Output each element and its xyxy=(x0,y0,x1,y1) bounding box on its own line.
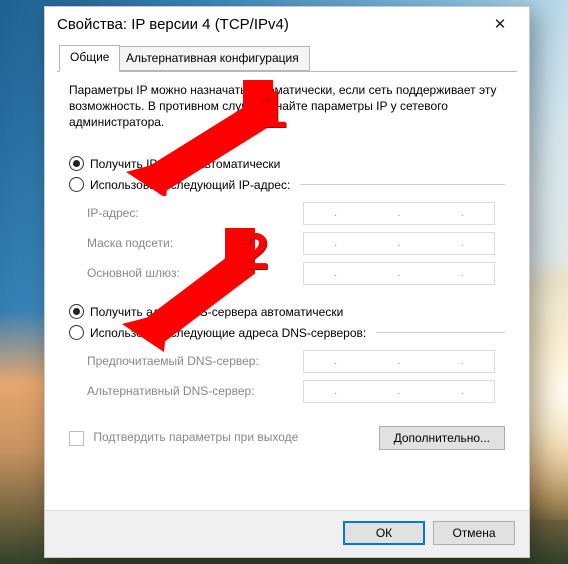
ipv4-properties-dialog: Свойства: IP версии 4 (TCP/IPv4) ✕ Общие… xyxy=(44,6,530,558)
checkbox-icon xyxy=(69,431,84,446)
label-alternate-dns: Альтернативный DNS-сервер: xyxy=(87,384,295,398)
radio-ip-manual[interactable]: Использовать следующий IP-адрес: xyxy=(69,177,505,192)
ok-button[interactable]: ОК xyxy=(343,521,425,545)
ok-button-label: ОК xyxy=(376,526,392,540)
radio-dns-manual[interactable]: Использовать следующие адреса DNS-сервер… xyxy=(69,325,505,340)
radio-icon xyxy=(69,177,84,192)
radio-icon xyxy=(69,325,84,340)
titlebar: Свойства: IP версии 4 (TCP/IPv4) ✕ xyxy=(45,7,529,41)
input-ip-address: ... xyxy=(303,202,495,225)
tab-general-label: Общие xyxy=(70,50,109,64)
validate-checkbox[interactable]: Подтвердить параметры при выходе xyxy=(69,430,298,445)
ip-fields-group: IP-адрес: ... Маска подсети: ... Основно… xyxy=(87,198,505,288)
radio-icon xyxy=(69,304,84,319)
close-button[interactable]: ✕ xyxy=(481,10,519,38)
input-preferred-dns: ... xyxy=(303,350,495,373)
radio-icon xyxy=(69,156,84,171)
input-alternate-dns: ... xyxy=(303,380,495,403)
close-icon: ✕ xyxy=(494,15,507,33)
cancel-button[interactable]: Отмена xyxy=(433,521,515,545)
radio-dns-auto-label: Получить адрес DNS-сервера автоматически xyxy=(90,305,343,319)
radio-ip-auto-label: Получить IP-адрес автоматически xyxy=(90,157,280,171)
tab-content: Параметры IP можно назначать автоматичес… xyxy=(45,72,529,510)
row-ip-address: IP-адрес: ... xyxy=(87,198,505,228)
tabstrip: Общие Альтернативная конфигурация xyxy=(57,45,517,72)
cancel-button-label: Отмена xyxy=(452,526,495,540)
bottom-row: Подтвердить параметры при выходе Дополни… xyxy=(69,426,505,450)
label-default-gateway: Основной шлюз: xyxy=(87,266,295,280)
group-divider xyxy=(300,184,505,185)
label-preferred-dns: Предпочитаемый DNS-сервер: xyxy=(87,354,295,368)
row-default-gateway: Основной шлюз: ... xyxy=(87,258,505,288)
validate-label: Подтвердить параметры при выходе xyxy=(93,430,298,444)
advanced-button-label: Дополнительно... xyxy=(394,431,490,445)
input-subnet-mask: ... xyxy=(303,232,495,255)
tab-alternate-label: Альтернативная конфигурация xyxy=(126,51,299,65)
window-title: Свойства: IP версии 4 (TCP/IPv4) xyxy=(57,16,289,33)
label-subnet-mask: Маска подсети: xyxy=(87,236,295,250)
row-subnet-mask: Маска подсети: ... xyxy=(87,228,505,258)
row-alternate-dns: Альтернативный DNS-сервер: ... xyxy=(87,376,505,406)
radio-dns-auto[interactable]: Получить адрес DNS-сервера автоматически xyxy=(69,304,505,319)
group-divider xyxy=(376,332,505,333)
tab-general[interactable]: Общие xyxy=(59,45,120,72)
dialog-footer: ОК Отмена xyxy=(45,510,529,557)
dns-fields-group: Предпочитаемый DNS-сервер: ... Альтернат… xyxy=(87,346,505,406)
label-ip-address: IP-адрес: xyxy=(87,206,295,220)
tab-alternate[interactable]: Альтернативная конфигурация xyxy=(115,46,310,71)
radio-ip-manual-label: Использовать следующий IP-адрес: xyxy=(90,178,290,192)
radio-dns-manual-label: Использовать следующие адреса DNS-сервер… xyxy=(90,326,366,340)
radio-ip-auto[interactable]: Получить IP-адрес автоматически xyxy=(69,156,505,171)
input-default-gateway: ... xyxy=(303,262,495,285)
advanced-button[interactable]: Дополнительно... xyxy=(379,426,505,450)
intro-text: Параметры IP можно назначать автоматичес… xyxy=(69,82,505,130)
row-preferred-dns: Предпочитаемый DNS-сервер: ... xyxy=(87,346,505,376)
